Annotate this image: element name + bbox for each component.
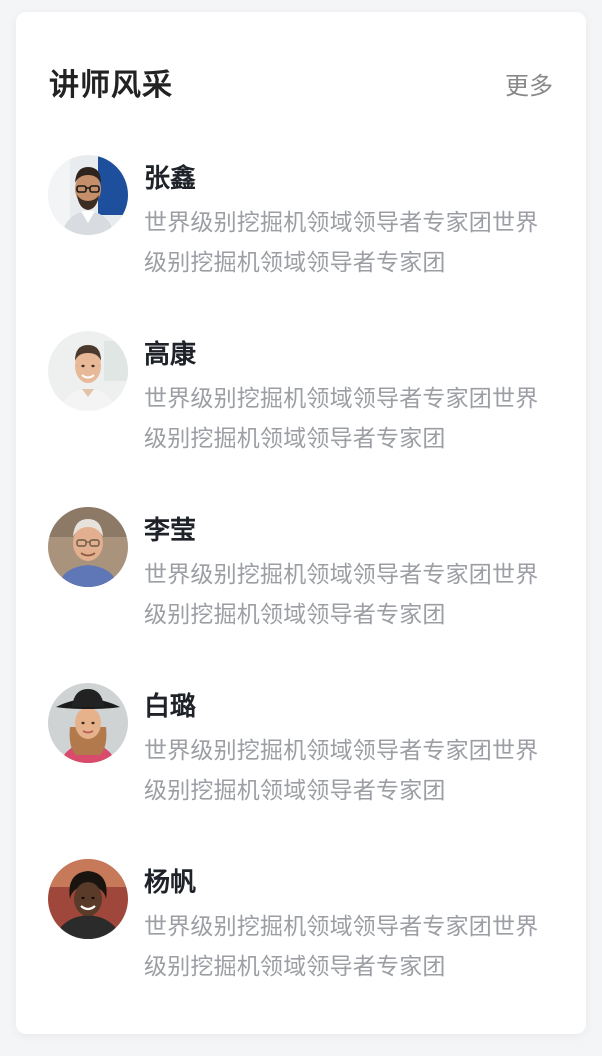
avatar[interactable] xyxy=(48,331,128,411)
more-link[interactable]: 更多 xyxy=(505,70,553,102)
teacher-item[interactable]: 李莹 世界级别挖掘机领域领导者专家团世界级别挖掘机领域领导者专家团 xyxy=(48,507,553,683)
teacher-description: 世界级别挖掘机领域领导者专家团世界级别挖掘机领域领导者专家团 xyxy=(144,738,539,804)
teacher-item[interactable]: 杨帆 世界级别挖掘机领域领导者专家团世界级别挖掘机领域领导者专家团 xyxy=(48,859,553,1035)
teacher-description: 世界级别挖掘机领域领导者专家团世界级别挖掘机领域领导者专家团 xyxy=(144,562,539,628)
section-header: 讲师风采 更多 xyxy=(49,66,553,106)
teacher-name[interactable]: 张鑫 xyxy=(144,161,196,197)
teacher-description: 世界级别挖掘机领域领导者专家团世界级别挖掘机领域领导者专家团 xyxy=(144,914,539,980)
avatar[interactable] xyxy=(48,683,128,763)
avatar-image xyxy=(48,859,128,939)
teacher-name[interactable]: 高康 xyxy=(144,337,196,373)
avatar[interactable] xyxy=(48,859,128,939)
avatar-image xyxy=(48,155,128,235)
avatar-image xyxy=(48,683,128,763)
teachers-card: 讲师风采 更多 张鑫 世界级别挖掘机领域领导者专家团世界级别挖掘机领域领导者专家… xyxy=(16,12,586,1034)
teacher-name[interactable]: 李莹 xyxy=(144,513,196,549)
teacher-description: 世界级别挖掘机领域领导者专家团世界级别挖掘机领域领导者专家团 xyxy=(144,210,539,276)
avatar[interactable] xyxy=(48,155,128,235)
avatar[interactable] xyxy=(48,507,128,587)
teacher-list: 张鑫 世界级别挖掘机领域领导者专家团世界级别挖掘机领域领导者专家团 高康 世界级… xyxy=(48,155,553,1035)
avatar-image xyxy=(48,331,128,411)
teacher-name[interactable]: 杨帆 xyxy=(144,865,196,901)
section-title: 讲师风采 xyxy=(49,68,173,103)
teacher-name[interactable]: 白璐 xyxy=(144,689,196,725)
teacher-item[interactable]: 高康 世界级别挖掘机领域领导者专家团世界级别挖掘机领域领导者专家团 xyxy=(48,331,553,507)
teacher-item[interactable]: 白璐 世界级别挖掘机领域领导者专家团世界级别挖掘机领域领导者专家团 xyxy=(48,683,553,859)
teacher-description: 世界级别挖掘机领域领导者专家团世界级别挖掘机领域领导者专家团 xyxy=(144,386,539,452)
avatar-image xyxy=(48,507,128,587)
teacher-item[interactable]: 张鑫 世界级别挖掘机领域领导者专家团世界级别挖掘机领域领导者专家团 xyxy=(48,155,553,331)
